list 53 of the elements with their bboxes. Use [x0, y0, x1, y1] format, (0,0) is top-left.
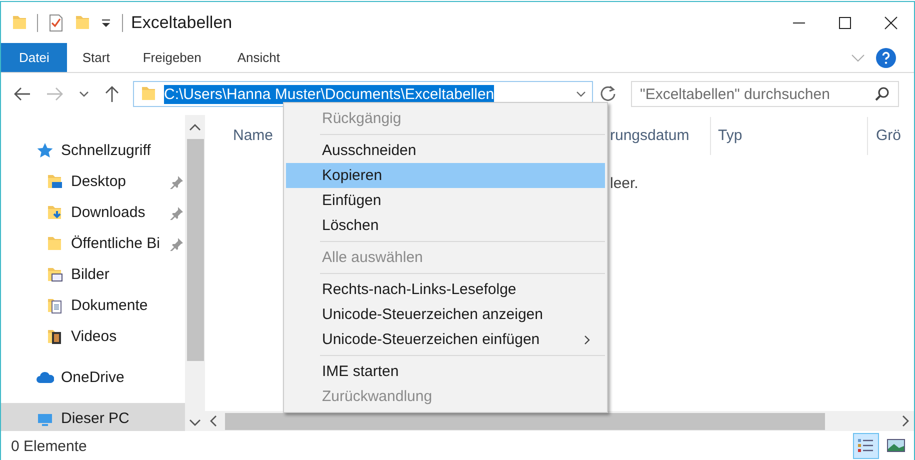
refresh-icon[interactable] [599, 85, 617, 103]
pin-icon [170, 236, 184, 250]
video-folder-icon [46, 328, 64, 346]
column-header[interactable]: rungsdatum [610, 117, 711, 155]
folder-icon [140, 85, 156, 103]
details-view-icon[interactable] [854, 434, 878, 458]
dropdown-icon[interactable] [576, 90, 586, 98]
menu-item[interactable]: Kopieren [286, 163, 605, 188]
search-field[interactable]: "Exceltabellen" durchsuchen [631, 81, 899, 107]
menu-item[interactable]: Löschen [286, 213, 605, 238]
scrollbar-thumb[interactable] [225, 412, 825, 430]
column-header[interactable]: Name [205, 117, 283, 155]
folder-icon [11, 14, 27, 32]
pin-icon [170, 174, 184, 188]
empty-folder-message: leer. [610, 175, 638, 192]
menu-item[interactable]: Rechts-nach-Links-Lesefolge [286, 277, 605, 302]
back-arrow-icon[interactable] [13, 86, 31, 102]
search-icon [874, 86, 890, 102]
download-folder-icon [46, 204, 64, 222]
sidebar-item[interactable]: Desktop [1, 166, 185, 197]
ribbon-tab[interactable]: Start [67, 43, 125, 72]
sidebar-item[interactable]: Dieser PC [1, 403, 185, 431]
pictures-folder-icon [46, 266, 64, 284]
sidebar-item[interactable]: Schnellzugriff [1, 135, 185, 166]
dropdown-icon[interactable] [100, 16, 112, 28]
sidebar-item[interactable]: Bilder [1, 259, 185, 290]
sidebar-item[interactable]: OneDrive [1, 362, 185, 393]
sidebar-item[interactable]: Videos [1, 321, 185, 352]
sidebar-item[interactable]: Downloads [1, 197, 185, 228]
folder-icon [46, 234, 64, 252]
menu-item[interactable]: Unicode-Steuerzeichen einfügen [286, 327, 605, 352]
properties-icon[interactable] [48, 14, 64, 32]
column-header[interactable]: Grö [868, 117, 902, 155]
documents-folder-icon [46, 296, 64, 314]
scrollbar-thumb[interactable] [186, 139, 204, 361]
desktop-folder-icon [46, 172, 64, 190]
column-header[interactable]: Typ [718, 117, 868, 155]
ribbon-tab[interactable]: Datei [1, 43, 68, 72]
item-count: 0 Elemente [11, 438, 87, 454]
help-icon[interactable] [876, 48, 896, 68]
sidebar-item[interactable]: Öffentliche Bi [1, 228, 185, 259]
ribbon-tab[interactable]: Ansicht [219, 43, 298, 72]
up-arrow-icon[interactable] [104, 85, 120, 103]
pin-icon [170, 206, 184, 220]
recent-dropdown-icon[interactable] [79, 90, 89, 98]
menu-item[interactable]: Ausschneiden [286, 138, 605, 163]
menu-item[interactable]: Einfügen [286, 188, 605, 213]
ribbon-tab[interactable]: Freigeben [124, 43, 220, 72]
sidebar-item[interactable]: Dokumente [1, 290, 185, 321]
menu-item[interactable]: IME starten [286, 359, 605, 384]
menu-item[interactable]: Unicode-Steuerzeichen anzeigen [286, 302, 605, 327]
star-icon [36, 142, 54, 160]
window-title: Exceltabellen [131, 12, 232, 32]
